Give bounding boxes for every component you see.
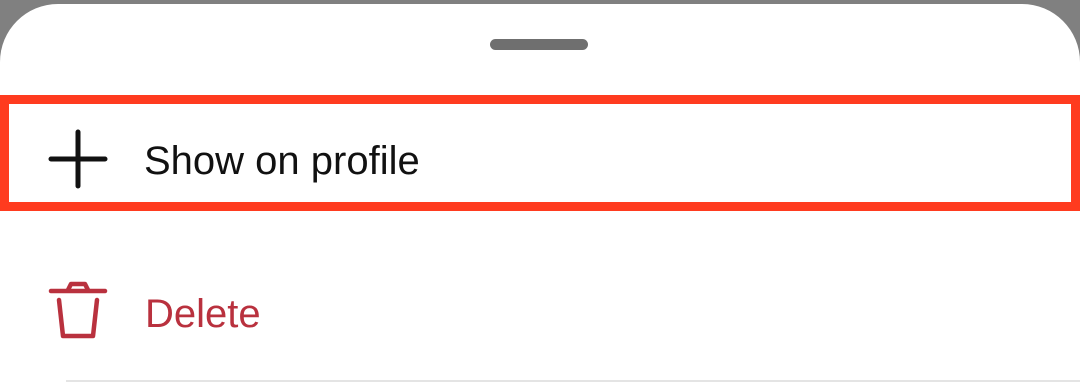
- show-on-profile-item[interactable]: Show on profile: [0, 95, 1080, 211]
- drag-handle[interactable]: [490, 39, 588, 50]
- trash-icon: [47, 280, 109, 342]
- show-on-profile-label: Show on profile: [144, 139, 420, 183]
- bottom-sheet: Show on profile Delete: [0, 4, 1080, 388]
- delete-item[interactable]: Delete: [0, 248, 1080, 372]
- delete-label: Delete: [145, 292, 261, 336]
- divider: [66, 380, 1080, 382]
- plus-icon: [47, 128, 109, 190]
